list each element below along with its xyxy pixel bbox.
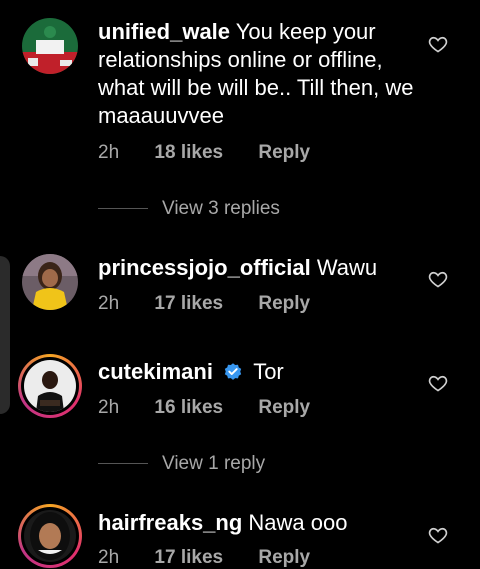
reply-button[interactable]: Reply [258, 142, 310, 164]
comment-time: 2h [98, 142, 120, 163]
avatar [24, 360, 76, 412]
comment-time: 2h [98, 293, 120, 314]
comment-body: Tor [253, 359, 284, 384]
comment-meta: 2h 17 likes Reply [98, 293, 310, 315]
verified-badge-icon [224, 363, 242, 380]
view-replies-label: View 3 replies [162, 198, 280, 219]
avatar-image [22, 254, 78, 310]
comment-username[interactable]: cutekimani [98, 359, 213, 384]
view-replies-label: View 1 reply [162, 453, 266, 474]
view-replies-button[interactable]: View 3 replies [98, 198, 280, 220]
comment-likes[interactable]: 16 likes [154, 397, 223, 419]
heart-outline-icon[interactable] [428, 269, 448, 289]
heart-outline-icon[interactable] [428, 34, 448, 54]
comment-username[interactable]: unified_wale [98, 19, 230, 44]
reply-button[interactable]: Reply [258, 293, 310, 315]
comment-text-block: unified_wale You keep your relationships… [98, 18, 420, 130]
view-replies-button[interactable]: View 1 reply [98, 453, 265, 475]
avatar[interactable] [22, 254, 78, 310]
avatar-ring-inner [21, 357, 79, 415]
comment-meta: 2h 16 likes Reply [98, 397, 310, 419]
avatar-ring-inner [21, 507, 79, 565]
avatar-image [24, 510, 76, 562]
comment-username[interactable]: hairfreaks_ng [98, 510, 242, 535]
comment-text-block: hairfreaks_ng Nawa ooo [98, 509, 420, 537]
avatar-image [22, 18, 78, 74]
comment-body: Nawa ooo [248, 510, 348, 535]
comment-time: 2h [98, 397, 120, 418]
comment-likes[interactable]: 18 likes [154, 142, 223, 164]
comment-likes[interactable]: 17 likes [154, 293, 223, 315]
reply-button[interactable]: Reply [258, 397, 310, 419]
comment-text-block: cutekimani Tor [98, 358, 420, 386]
avatar[interactable] [22, 18, 78, 74]
comment-meta: 2h 17 likes Reply [98, 547, 310, 569]
reply-button[interactable]: Reply [258, 547, 310, 569]
heart-outline-icon[interactable] [428, 373, 448, 393]
comment-text-block: princessjojo_official Wawu [98, 254, 420, 282]
avatar-story-ring[interactable] [18, 354, 82, 418]
comment-likes[interactable]: 17 likes [154, 547, 223, 569]
avatar-image [24, 360, 76, 412]
comment-username[interactable]: princessjojo_official [98, 255, 311, 280]
scroll-edge [0, 256, 10, 414]
divider-line [98, 463, 148, 465]
comment-body: Wawu [316, 255, 378, 280]
avatar-story-ring[interactable] [18, 504, 82, 568]
avatar [24, 510, 76, 562]
divider-line [98, 208, 148, 210]
comment-time: 2h [98, 547, 120, 568]
comment-meta: 2h 18 likes Reply [98, 142, 310, 164]
heart-outline-icon[interactable] [428, 525, 448, 545]
